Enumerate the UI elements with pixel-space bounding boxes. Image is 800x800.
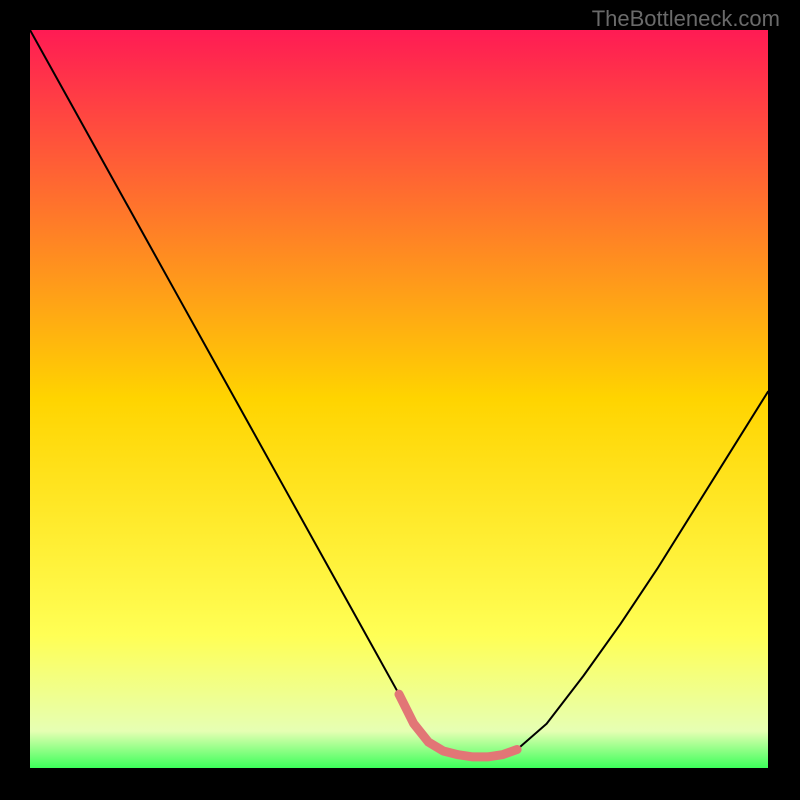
plot-area: [30, 30, 768, 768]
watermark-text: TheBottleneck.com: [592, 6, 780, 32]
chart-container: TheBottleneck.com: [0, 0, 800, 800]
chart-background: [30, 30, 768, 768]
chart-svg: [30, 30, 768, 768]
